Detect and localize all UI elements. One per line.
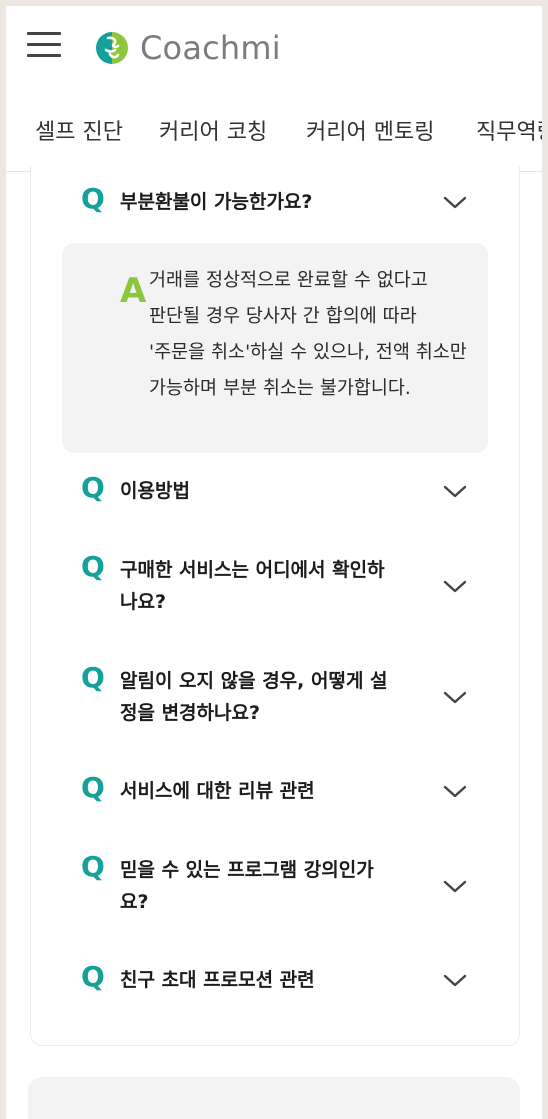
header: Coachmi xyxy=(6,6,542,86)
q-marker: Q xyxy=(81,771,105,804)
top-nav: 셀프 진단 커리어 코칭 커리어 멘토링 직무역량 xyxy=(6,104,542,172)
faq-item-review[interactable]: Q 서비스에 대한 리뷰 관련 xyxy=(31,771,519,811)
next-section-card xyxy=(28,1077,520,1119)
coachmi-logo-icon xyxy=(96,32,128,64)
faq-answer-panel: A 거래를 정상적으로 완료할 수 없다고 판단될 경우 당사자 간 합의에 따… xyxy=(62,243,488,453)
nav-item-career-mentoring[interactable]: 커리어 멘토링 xyxy=(306,114,434,146)
faq-item-usage[interactable]: Q 이용방법 xyxy=(31,471,519,511)
chevron-down-icon[interactable] xyxy=(443,880,467,894)
logo[interactable]: Coachmi xyxy=(94,28,281,68)
faq-item-partial-refund[interactable]: Q 부분환불이 가능한가요? xyxy=(31,182,519,222)
a-marker: A xyxy=(120,271,147,311)
faq-question: 이용방법 xyxy=(120,480,190,502)
faq-item-friend-invite[interactable]: Q 친구 초대 프로모션 관련 xyxy=(31,960,519,1000)
faq-question: 구매한 서비스는 어디에서 확인하나요? xyxy=(120,559,385,613)
nav-item-self-diagnosis[interactable]: 셀프 진단 xyxy=(35,114,123,146)
chevron-down-icon[interactable] xyxy=(443,691,467,705)
nav-item-career-coaching[interactable]: 커리어 코칭 xyxy=(159,114,267,146)
faq-answer: 거래를 정상적으로 완료할 수 없다고 판단될 경우 당사자 간 합의에 따라 … xyxy=(149,270,467,399)
chevron-down-icon[interactable] xyxy=(443,196,467,210)
nav-item-job-competency[interactable]: 직무역량 xyxy=(476,114,542,146)
q-marker: Q xyxy=(81,550,105,583)
chevron-down-icon[interactable] xyxy=(443,974,467,988)
faq-question: 친구 초대 프로모션 관련 xyxy=(120,969,315,991)
q-marker: Q xyxy=(81,850,105,883)
faq-item-trustworthy-program[interactable]: Q 믿을 수 있는 프로그램 강의인가요? xyxy=(31,850,519,920)
chevron-down-icon[interactable] xyxy=(443,580,467,594)
faq-question: 알림이 오지 않을 경우, 어떻게 설정을 변경하나요? xyxy=(120,670,388,724)
faq-question: 믿을 수 있는 프로그램 강의인가요? xyxy=(120,859,374,913)
q-marker: Q xyxy=(81,960,105,993)
chevron-down-icon[interactable] xyxy=(443,785,467,799)
brand-name: Coachmi xyxy=(140,29,281,67)
q-marker: Q xyxy=(81,182,105,215)
hamburger-icon[interactable] xyxy=(27,30,61,60)
faq-question: 부분환불이 가능한가요? xyxy=(120,191,313,213)
faq-item-notification-settings[interactable]: Q 알림이 오지 않을 경우, 어떻게 설정을 변경하나요? xyxy=(31,661,519,731)
app-frame: Coachmi 셀프 진단 커리어 코칭 커리어 멘토링 직무역량 Q 부분환불… xyxy=(6,6,542,1119)
faq-card: Q 부분환불이 가능한가요? A 거래를 정상적으로 완료할 수 없다고 판단될… xyxy=(30,166,520,1046)
chevron-down-icon[interactable] xyxy=(443,485,467,499)
faq-question: 서비스에 대한 리뷰 관련 xyxy=(120,780,315,802)
faq-item-purchased-service[interactable]: Q 구매한 서비스는 어디에서 확인하나요? xyxy=(31,550,519,620)
q-marker: Q xyxy=(81,471,105,504)
q-marker: Q xyxy=(81,661,105,694)
